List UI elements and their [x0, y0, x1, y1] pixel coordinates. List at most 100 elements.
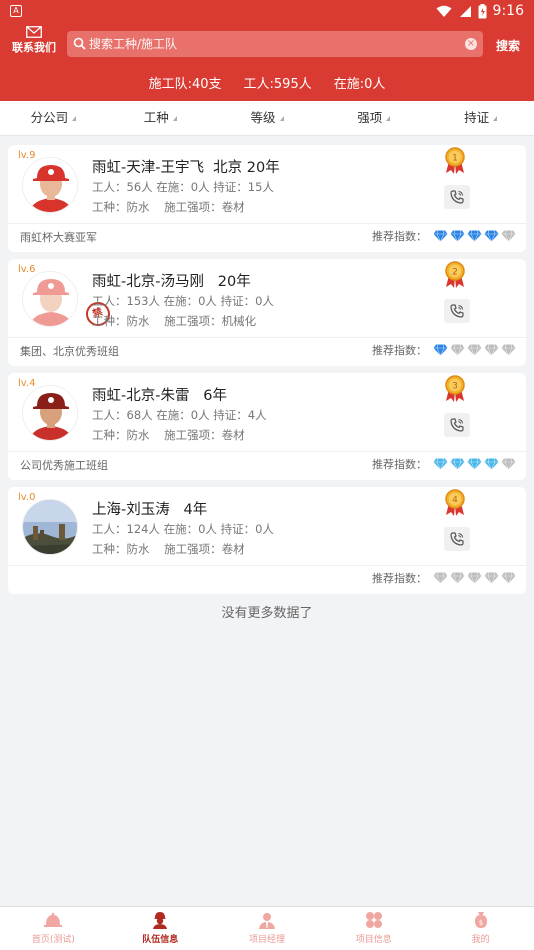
rank-number: 3 [452, 382, 458, 392]
dropdown-triangle-icon [172, 116, 177, 121]
contact-us-button[interactable]: 联系我们 [8, 24, 60, 64]
dropdown-triangle-icon [72, 116, 77, 121]
recommend-label: 推荐指数： [372, 344, 427, 357]
diamond-icon [467, 344, 482, 356]
worker-count: 工人:595人 [243, 77, 312, 92]
phone-icon [450, 418, 464, 432]
divider [8, 565, 526, 566]
search-button[interactable]: 搜索 [496, 37, 520, 54]
diamond-icon [484, 230, 499, 242]
recommend-rating: 推荐指数： [372, 342, 516, 358]
diamond-icon [450, 458, 465, 470]
wallet-icon: $ [474, 912, 487, 928]
call-button[interactable] [444, 527, 470, 551]
team-card[interactable]: lv.0 上海-刘玉涛 4年 工人：124人 在施：0人 持证：0人 工种：防水… [8, 487, 526, 594]
home-icon [44, 912, 63, 927]
clock: 9:16 [492, 3, 524, 19]
diamond-icon [484, 344, 499, 356]
tab-mine[interactable]: $ 我的 [427, 907, 534, 950]
filter-certified[interactable]: 持证 [427, 101, 534, 135]
team-icon [153, 912, 168, 929]
filter-trade[interactable]: 工种 [107, 101, 214, 135]
filter-level[interactable]: 等级 [214, 101, 321, 135]
dropdown-triangle-icon [386, 116, 391, 121]
diamond-icon [467, 230, 482, 242]
project-icon [365, 912, 382, 928]
diamond-icon [467, 458, 482, 470]
level-label: lv.6 [18, 264, 36, 275]
diamond-icon [501, 572, 516, 584]
system-icons: 9:16 [436, 3, 524, 19]
filter-strength[interactable]: 强项 [320, 101, 427, 135]
no-more-data-label: 没有更多数据了 [221, 606, 313, 621]
avatar [22, 271, 78, 327]
team-stats: 工人：56人 在施：0人 持证：15人 [92, 180, 274, 194]
app-header: 联系我们 × 搜索 [0, 24, 534, 64]
tab-home[interactable]: 首页(测试) [0, 907, 107, 950]
diamond-icon [501, 344, 516, 356]
phone-icon [450, 532, 464, 546]
call-button[interactable] [444, 413, 470, 437]
team-honor: 公司优秀施工班组 [20, 459, 108, 472]
rank-number: 1 [452, 154, 458, 164]
team-count: 施工队:40支 [148, 77, 222, 92]
team-honor: 雨虹杯大赛亚军 [20, 231, 97, 244]
medal-icon: 3 [445, 375, 465, 402]
recommend-rating: 推荐指数： [372, 570, 516, 586]
svg-text:$: $ [478, 919, 482, 927]
call-button[interactable] [444, 299, 470, 323]
status-bar: A 9:16 [0, 0, 534, 24]
team-card[interactable]: lv.9 雨虹-天津-王宇飞 北京 20年 工人：56人 在施：0人 持证：15… [8, 145, 526, 252]
team-name: 雨虹-天津-王宇飞 北京 20年 [92, 160, 280, 176]
recommend-label: 推荐指数： [372, 458, 427, 471]
recommend-rating: 推荐指数： [372, 228, 516, 244]
diamond-icon [501, 230, 516, 242]
bottom-tab-bar: 首页(测试) 队伍信息 项目经理 项目信息 $ 我的 [0, 906, 534, 950]
worker-avatar-icon [23, 158, 77, 212]
team-stats: 工人：153人 在施：0人 持证：0人 [92, 294, 274, 308]
diamond-icon [467, 572, 482, 584]
diamond-icon [501, 458, 516, 470]
team-stats: 工人：68人 在施：0人 持证：4人 [92, 408, 267, 422]
team-skills: 工种：防水 施工强项：卷材 [92, 200, 245, 214]
recommend-label: 推荐指数： [372, 572, 427, 585]
team-name: 雨虹-北京-朱雷 6年 [92, 388, 228, 404]
diamond-icon [433, 572, 448, 584]
tab-project-info[interactable]: 项目信息 [320, 907, 427, 950]
mail-icon [26, 26, 42, 38]
dropdown-triangle-icon [279, 116, 284, 121]
avatar [22, 157, 78, 213]
team-name: 雨虹-北京-汤马刚 20年 [92, 274, 251, 290]
divider [8, 451, 526, 452]
team-card[interactable]: lv.4 雨虹-北京-朱雷 6年 工人：68人 在施：0人 持证：4人 工种：防… [8, 373, 526, 480]
avatar [22, 385, 78, 441]
signal-icon [459, 5, 471, 17]
tab-project-manager[interactable]: 项目经理 [214, 907, 321, 950]
app-notification-icon: A [10, 5, 22, 17]
filter-bar: 分公司 工种 等级 强项 持证 [0, 101, 534, 136]
diamond-icon [433, 458, 448, 470]
medal-icon: 1 [445, 147, 465, 174]
level-label: lv.0 [18, 492, 36, 503]
battery-icon [478, 3, 487, 18]
team-card[interactable]: lv.6 禁 雨虹-北京-汤马刚 20年 工人：153人 在施：0人 持证：0人… [8, 259, 526, 366]
search-input[interactable] [89, 31, 459, 57]
level-label: lv.9 [18, 150, 36, 161]
avatar [22, 499, 78, 555]
diamond-icon [484, 572, 499, 584]
recommend-rating: 推荐指数： [372, 456, 516, 472]
worker-avatar-icon [23, 272, 77, 326]
diamond-icon [450, 230, 465, 242]
medal-icon: 2 [445, 261, 465, 288]
clear-icon[interactable]: × [465, 38, 477, 50]
phone-icon [450, 190, 464, 204]
team-stats: 工人：124人 在施：0人 持证：0人 [92, 522, 274, 536]
landscape-avatar-icon [23, 500, 77, 554]
team-list: lv.9 雨虹-天津-王宇飞 北京 20年 工人：56人 在施：0人 持证：15… [8, 145, 526, 601]
call-button[interactable] [444, 185, 470, 209]
filter-branch[interactable]: 分公司 [0, 101, 107, 135]
team-skills: 工种：防水 施工强项：卷材 [92, 428, 245, 442]
phone-icon [450, 304, 464, 318]
tab-team-info[interactable]: 队伍信息 [107, 907, 214, 950]
dropdown-triangle-icon [493, 116, 498, 121]
